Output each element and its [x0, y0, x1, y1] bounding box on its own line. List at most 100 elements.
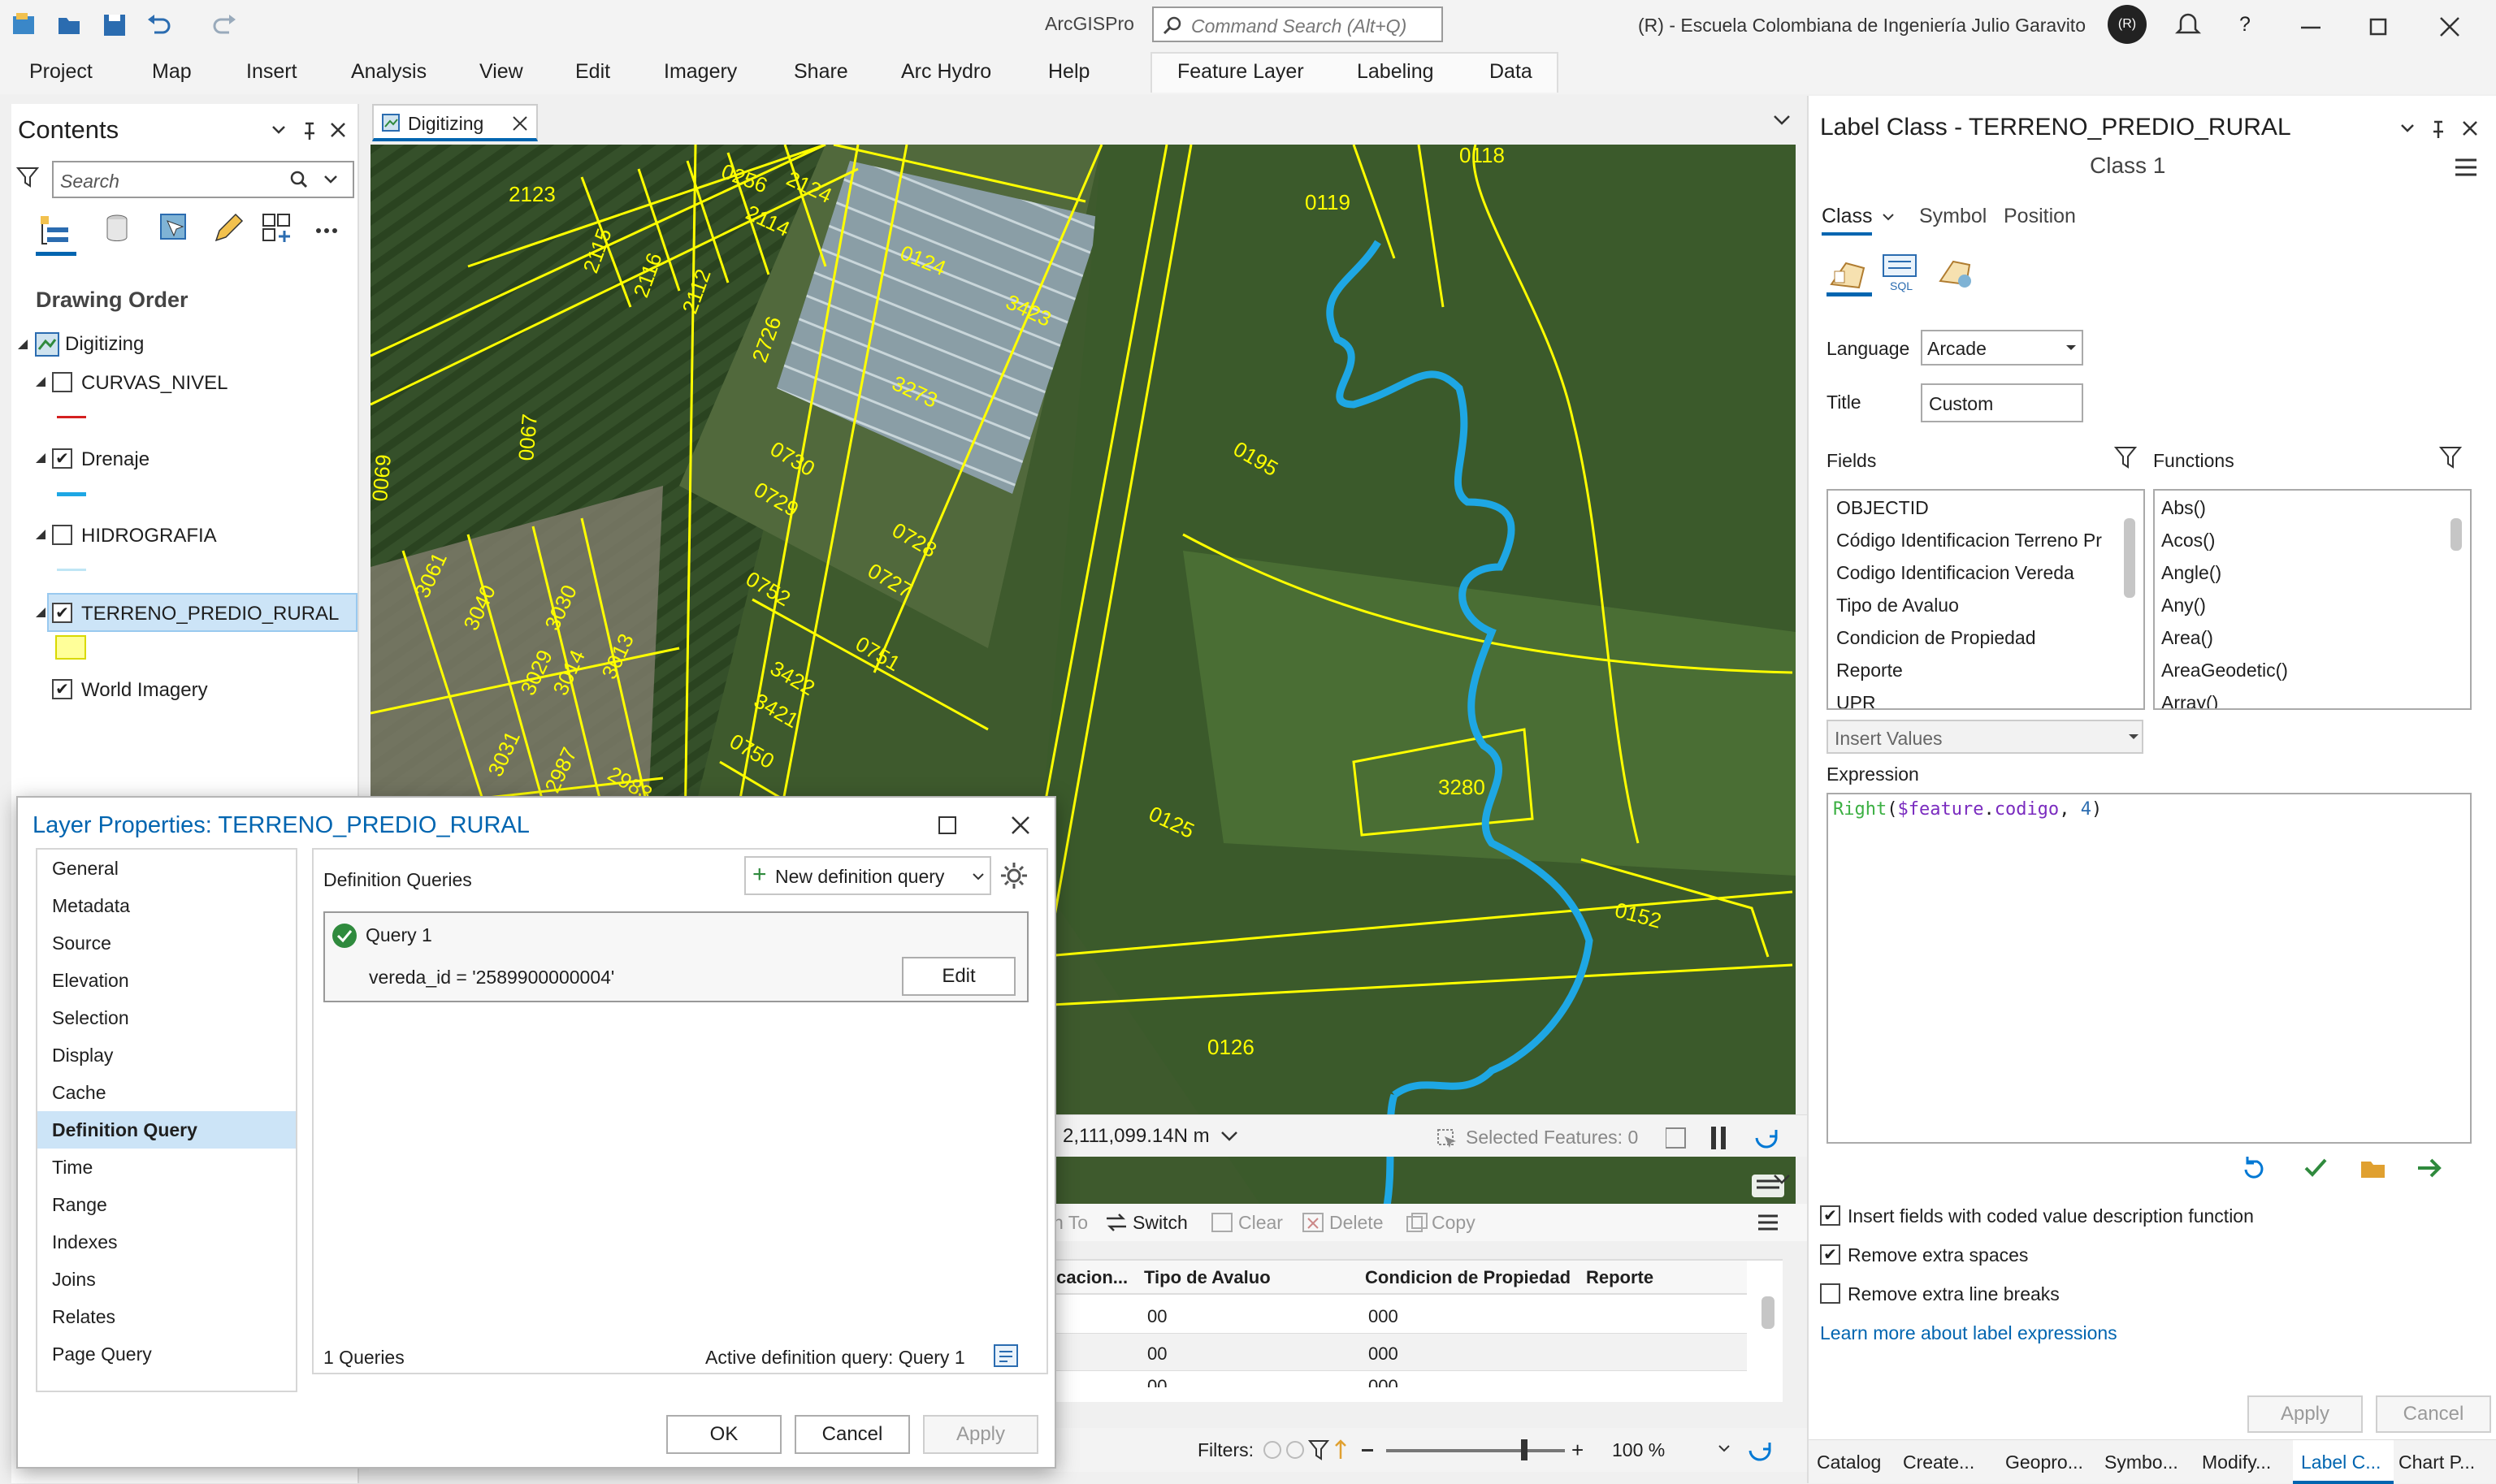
layer-checkbox-terreno[interactable]: ✔ [52, 603, 72, 623]
tab-create[interactable]: Create... [1903, 1452, 1974, 1473]
menu-icon[interactable] [2454, 156, 2478, 179]
function-item[interactable]: Acos() [2161, 530, 2215, 552]
nav-relates[interactable]: Relates [52, 1306, 115, 1328]
layer-checkbox-curvas-nivel[interactable] [52, 372, 72, 392]
zoom-slider-thumb[interactable] [1521, 1439, 1528, 1460]
column-header[interactable]: Condicion de Propiedad [1365, 1267, 1571, 1288]
pane-controls[interactable] [2398, 119, 2488, 140]
tab-imagery[interactable]: Imagery [664, 60, 737, 84]
expression-editor[interactable]: Right($feature.codigo, 4) [1826, 793, 2472, 1144]
expression-actions[interactable] [2238, 1153, 2473, 1183]
nav-source[interactable]: Source [52, 932, 111, 954]
bell-icon[interactable] [2174, 11, 2202, 39]
tab-analysis[interactable]: Analysis [351, 60, 427, 84]
tab-labeling[interactable]: Labeling [1357, 60, 1434, 84]
zoom-out-icon[interactable] [1362, 1449, 1373, 1452]
sql-icon[interactable] [993, 1343, 1020, 1369]
field-item[interactable]: OBJECTID [1836, 497, 1929, 519]
checkbox-remove-line-breaks[interactable] [1820, 1283, 1840, 1304]
layer-name-world-imagery[interactable]: World Imagery [81, 679, 208, 702]
field-item[interactable]: Condicion de Propiedad [1836, 627, 2036, 649]
field-item[interactable]: Tipo de Avaluo [1836, 595, 1959, 617]
expand-icon[interactable] [34, 452, 47, 465]
apply-button[interactable]: Apply [923, 1415, 1038, 1454]
function-item[interactable]: Area() [2161, 627, 2213, 649]
map-name[interactable]: Digitizing [65, 333, 144, 356]
nav-display[interactable]: Display [52, 1045, 113, 1066]
window-controls[interactable] [2298, 15, 2476, 39]
tab-chart-properties[interactable]: Chart P... [2398, 1452, 2475, 1473]
nav-definition-query[interactable]: Definition Query [52, 1119, 197, 1141]
tab-feature-layer[interactable]: Feature Layer [1177, 60, 1304, 84]
column-header[interactable]: Tipo de Avaluo [1144, 1267, 1271, 1288]
tab-position[interactable]: Position [2004, 205, 2076, 228]
table-scrollbar[interactable] [1762, 1296, 1774, 1329]
cancel-button[interactable]: Cancel [795, 1415, 910, 1454]
field-item[interactable]: UPR [1836, 692, 1876, 708]
table-status-controls[interactable] [1718, 1438, 1783, 1464]
field-item[interactable]: Reporte [1836, 660, 1903, 681]
dialog-window-controls[interactable] [936, 814, 1042, 838]
cancel-button[interactable]: Cancel [2376, 1395, 2491, 1433]
function-item[interactable]: Array() [2161, 692, 2218, 708]
layer-checkbox-hidrografia[interactable] [52, 525, 72, 545]
layer-name-drenaje[interactable]: Drenaje [81, 448, 150, 471]
layer-name-terreno[interactable]: TERRENO_PREDIO_RURAL [81, 603, 339, 625]
table-row[interactable]: 00 000 [1048, 1334, 1747, 1371]
tab-symbol[interactable]: Symbol [1919, 205, 1987, 228]
chevron-down-icon[interactable] [1882, 213, 1895, 223]
zoom-to-button[interactable]: n To [1053, 1212, 1088, 1234]
command-search[interactable]: Command Search (Alt+Q) [1152, 6, 1443, 42]
zoom-in-icon[interactable]: + [1571, 1438, 1584, 1463]
nav-cache[interactable]: Cache [52, 1082, 106, 1104]
filter-icon[interactable] [2114, 445, 2138, 471]
table-row[interactable]: 00 000 [1048, 1371, 1747, 1387]
tab-share[interactable]: Share [794, 60, 848, 84]
title-input[interactable]: Custom [1921, 383, 2083, 422]
chevron-down-icon[interactable] [1220, 1130, 1238, 1143]
filter-icon[interactable] [2439, 445, 2464, 471]
layer-name-curvas-nivel[interactable]: CURVAS_NIVEL [81, 372, 228, 395]
layer-name-hidrografia[interactable]: HIDROGRAFIA [81, 525, 217, 547]
nav-general[interactable]: General [52, 858, 119, 880]
chevron-down-icon[interactable] [1773, 1173, 1791, 1186]
view-toolbar[interactable] [36, 213, 353, 258]
insert-values-dropdown[interactable]: Insert Values [1826, 720, 2143, 754]
avatar[interactable]: (R) [2108, 5, 2147, 44]
tab-edit[interactable]: Edit [575, 60, 610, 84]
tab-insert[interactable]: Insert [246, 60, 297, 84]
class-subtabs[interactable] [1826, 252, 2005, 297]
tab-geoprocessing[interactable]: Geopro... [2005, 1452, 2083, 1473]
expand-icon[interactable] [34, 528, 47, 541]
tab-project[interactable]: Project [29, 60, 93, 84]
tab-catalog[interactable]: Catalog [1817, 1452, 1881, 1473]
tab-view[interactable]: View [479, 60, 523, 84]
nav-indexes[interactable]: Indexes [52, 1231, 118, 1253]
nav-elevation[interactable]: Elevation [52, 970, 129, 992]
nav-joins[interactable]: Joins [52, 1269, 96, 1291]
zoom-slider[interactable] [1386, 1449, 1565, 1452]
function-item[interactable]: Angle() [2161, 562, 2221, 584]
tab-data[interactable]: Data [1489, 60, 1532, 84]
switch-button[interactable]: Switch [1133, 1212, 1188, 1234]
tab-map[interactable]: Map [152, 60, 192, 84]
delete-button[interactable]: Delete [1329, 1212, 1383, 1234]
table-row[interactable]: 00 000 [1048, 1296, 1747, 1334]
function-item[interactable]: AreaGeodetic() [2161, 660, 2288, 681]
fields-scrollbar[interactable] [2124, 518, 2135, 598]
apply-button[interactable]: Apply [2247, 1395, 2363, 1433]
tab-symbology[interactable]: Symbo... [2104, 1452, 2178, 1473]
field-item[interactable]: Código Identificacion Terreno Pr [1836, 530, 2119, 552]
layer-checkbox-drenaje[interactable]: ✔ [52, 448, 72, 469]
field-item[interactable]: Codigo Identificacion Vereda [1836, 562, 2074, 584]
zoom-level[interactable]: 100 % [1612, 1439, 1665, 1461]
menu-icon[interactable] [1755, 1210, 1781, 1235]
language-select[interactable]: Arcade [1921, 330, 2083, 366]
ok-button[interactable]: OK [666, 1415, 782, 1454]
edit-query-button[interactable]: Edit [902, 957, 1016, 996]
learn-more-link[interactable]: Learn more about label expressions [1820, 1322, 2117, 1344]
help-button[interactable]: ? [2239, 13, 2251, 37]
tab-label-class[interactable]: Label C... [2301, 1452, 2381, 1473]
tab-help[interactable]: Help [1048, 60, 1090, 84]
nav-time[interactable]: Time [52, 1157, 93, 1179]
